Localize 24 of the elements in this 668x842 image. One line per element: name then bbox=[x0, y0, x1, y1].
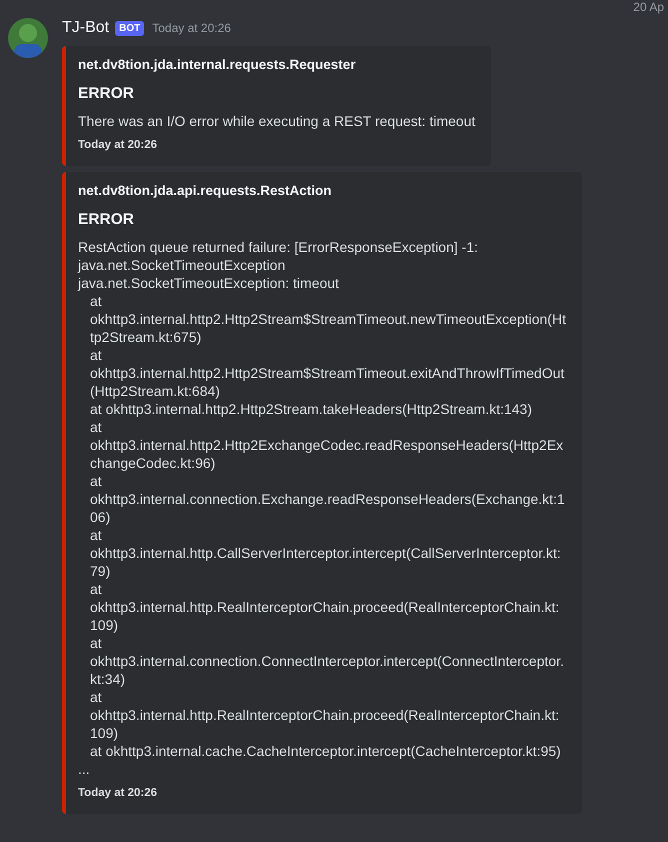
embed-title: ERROR bbox=[78, 210, 135, 230]
bot-badge: BOT bbox=[115, 20, 144, 36]
embed-author: net.dv8tion.jda.internal.requests.Requester bbox=[78, 56, 357, 74]
date-label: 20 Ap bbox=[633, 0, 664, 14]
avatar bbox=[8, 18, 48, 58]
stack-trace-line: at okhttp3.internal.http.RealInterceptorChain.proceed(RealInterceptorChain.kt:109) bbox=[89, 688, 560, 742]
username: TJ-Bot bbox=[62, 18, 110, 38]
stack-trace-line: at okhttp3.internal.http2.Http2ExchangeCodec.readResponseHeaders(Http2ExchangeCodec.kt:96) bbox=[89, 418, 564, 472]
embed-footer-timestamp: Today at 20:26 bbox=[78, 138, 158, 152]
stack-trace-line: at okhttp3.internal.http2.Http2Stream$StreamTimeout.exitAndThrowIfTimedOut(Http2Stream.kt:684) bbox=[89, 346, 566, 400]
stack-trace-line: at okhttp3.internal.http.RealInterceptorChain.proceed(RealInterceptorChain.kt:109) bbox=[89, 580, 560, 634]
embed-author: net.dv8tion.jda.api.requests.RestAction bbox=[78, 182, 333, 200]
stack-trace-line: at okhttp3.internal.cache.CacheInterceptor.intercept(CacheInterceptor.kt:95) bbox=[89, 742, 561, 760]
embed-footer-timestamp: Today at 20:26 bbox=[78, 786, 158, 800]
stack-trace-line: at okhttp3.internal.http2.Http2Stream$StreamTimeout.newTimeoutException(Http2Stream.kt:675) bbox=[89, 292, 566, 346]
stack-trace-line: at okhttp3.internal.connection.ConnectInterceptor.intercept(ConnectInterceptor.kt:34) bbox=[89, 634, 565, 688]
ellipsis-text: ... bbox=[78, 760, 91, 778]
message-timestamp: Today at 20:26 bbox=[152, 20, 231, 37]
description-text: There was an I/O error while executing a REST request: timeout bbox=[78, 112, 476, 130]
description-text: java.net.SocketTimeoutException: timeout bbox=[78, 274, 340, 292]
embed-title: ERROR bbox=[78, 84, 135, 104]
stack-trace-line: at okhttp3.internal.http.CallServerInterceptor.intercept(CallServerInterceptor.kt:79) bbox=[89, 526, 562, 580]
stack-trace-line: at okhttp3.internal.http2.Http2Stream.takeHeaders(Http2Stream.kt:143) bbox=[89, 400, 532, 418]
stack-trace-line: at okhttp3.internal.connection.Exchange.readResponseHeaders(Exchange.kt:106) bbox=[89, 472, 566, 526]
